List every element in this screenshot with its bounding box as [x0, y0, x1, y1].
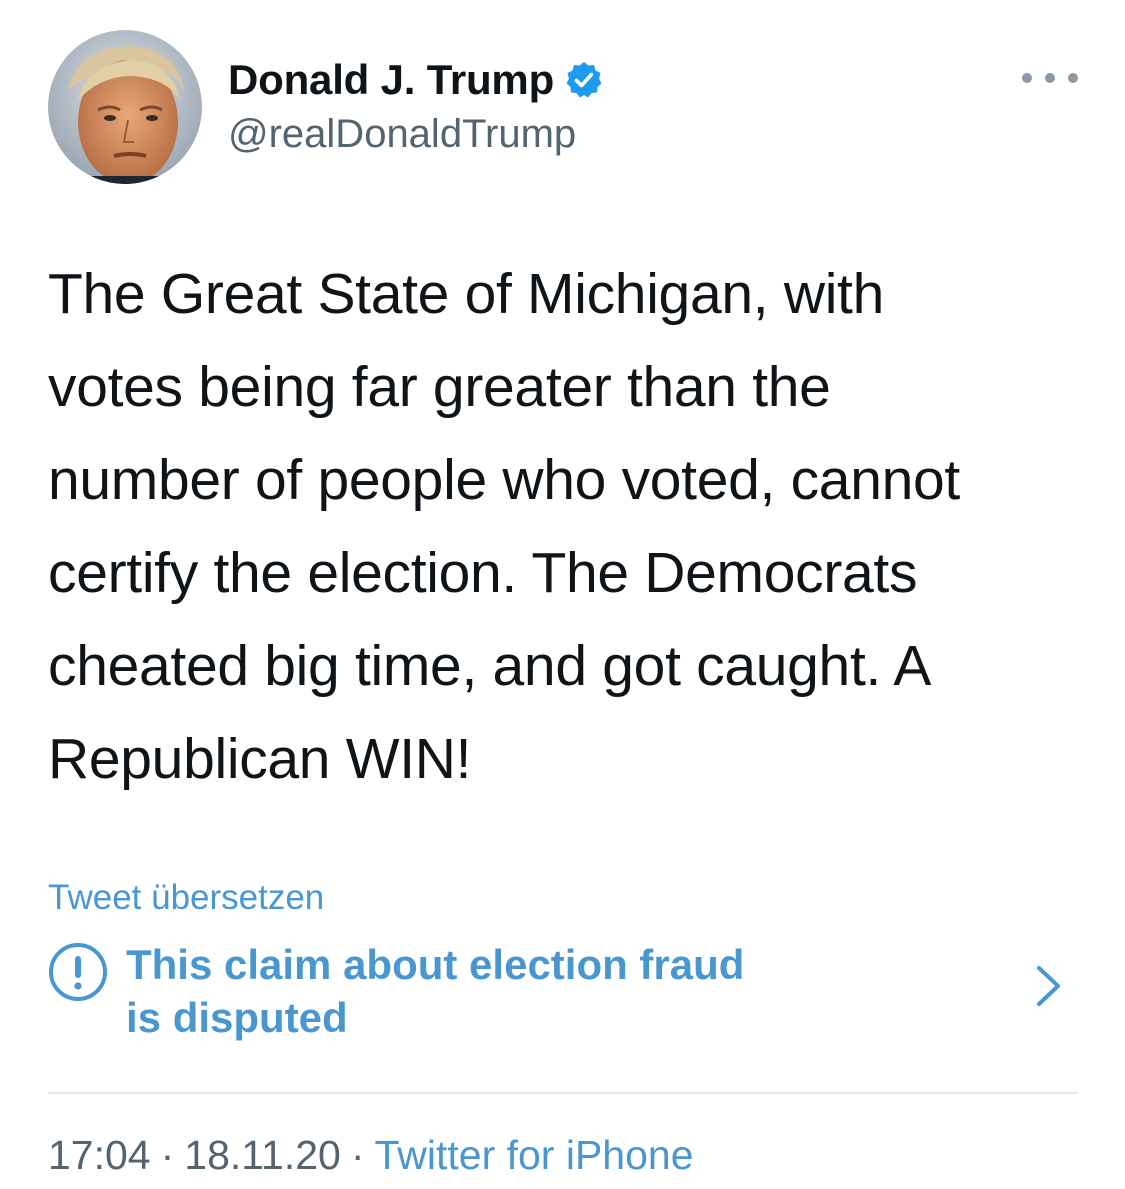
handle[interactable]: @realDonaldTrump: [228, 112, 604, 157]
more-options-icon[interactable]: [1022, 68, 1078, 88]
more-dot: [1022, 73, 1032, 83]
tweet-date: 18.11.20: [184, 1132, 341, 1178]
tweet-line: The Great State of Michigan, with: [48, 262, 884, 326]
meta-separator: ·: [350, 1132, 365, 1178]
disputed-claim-notice[interactable]: This claim about election fraud is dispu…: [48, 938, 1078, 1048]
tweet-time: 17:04: [48, 1132, 151, 1178]
tweet-header: Donald J. Trump @realDonaldTrump: [48, 30, 1088, 186]
notice-line: This claim about election fraud: [126, 941, 745, 988]
chevron-right-icon: [1034, 962, 1064, 1010]
tweet-line: Republican WIN!: [48, 727, 472, 791]
display-name-row: Donald J. Trump: [228, 54, 604, 106]
more-dot: [1045, 73, 1055, 83]
verified-badge-icon: [564, 60, 604, 100]
exclamation-circle-icon: [48, 942, 108, 1002]
avatar[interactable]: [48, 30, 202, 184]
translate-tweet-link[interactable]: Tweet übersetzen: [48, 878, 324, 918]
tweet-line: certify the election. The Democrats: [48, 541, 918, 605]
profile-photo: [48, 30, 202, 184]
meta-separator: ·: [160, 1132, 175, 1178]
tweet-text: The Great State of Michigan, with votes …: [48, 248, 1098, 806]
author-names: Donald J. Trump @realDonaldTrump: [228, 54, 604, 157]
divider: [48, 1092, 1078, 1094]
more-dot: [1068, 73, 1078, 83]
tweet-meta: 17:04 · 18.11.20 · Twitter for iPhone: [48, 1132, 694, 1179]
tweet-line: votes being far greater than the: [48, 355, 831, 419]
notice-line: is disputed: [126, 994, 348, 1041]
display-name[interactable]: Donald J. Trump: [228, 56, 554, 104]
tweet-line: cheated big time, and got caught. A: [48, 634, 932, 698]
tweet-line: number of people who voted, cannot: [48, 448, 960, 512]
tweet-source-link[interactable]: Twitter for iPhone: [374, 1132, 693, 1178]
disputed-claim-text: This claim about election fraud is dispu…: [126, 938, 926, 1044]
